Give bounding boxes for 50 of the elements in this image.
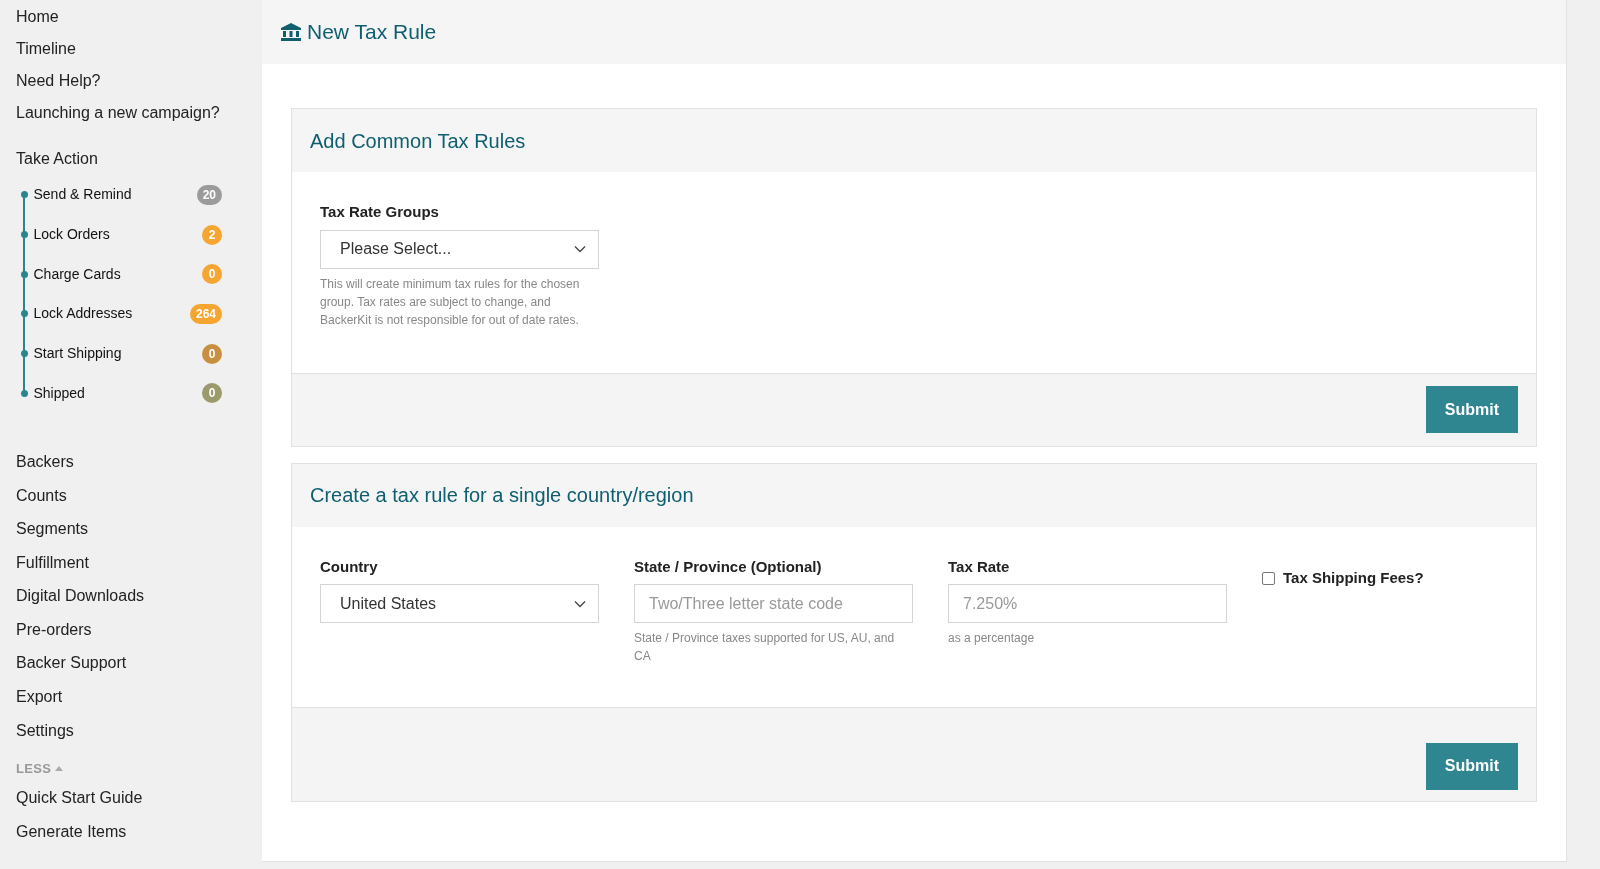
select-dropdown[interactable]: Please Select... — [320, 229, 599, 269]
nav-link[interactable]: Export — [16, 680, 262, 714]
help-text: as a percentage — [948, 630, 1036, 647]
submit-button[interactable]: Submit — [1425, 386, 1518, 433]
field-label: Tax Rate — [948, 556, 1011, 577]
count-badge: 0 — [202, 264, 222, 285]
state-input[interactable]: Two/Three letter state code — [634, 584, 913, 623]
section-heading: Take Action — [16, 149, 99, 167]
nav-link[interactable]: Pre-orders — [16, 613, 262, 647]
count-badge: 0 — [202, 343, 222, 364]
nav-link[interactable]: Timeline — [16, 33, 262, 65]
nav-link[interactable]: Counts — [16, 478, 262, 513]
step-link[interactable]: Charge Cards — [33, 263, 202, 285]
count-badge: 0 — [202, 383, 222, 404]
step-link[interactable]: Shipped — [33, 382, 202, 404]
field-label: Country — [320, 556, 379, 577]
card-title: Add Common Tax Rules — [310, 128, 526, 154]
step-link[interactable]: Lock Addresses — [33, 303, 190, 325]
help-text: State / Province taxes supported for US, AU, and CA — [634, 630, 896, 665]
select-dropdown[interactable]: United States — [320, 584, 599, 623]
nav-link[interactable]: Need Help? — [16, 65, 262, 97]
page-title: New Tax Rule — [307, 19, 437, 46]
count-badge: 2 — [202, 224, 222, 245]
tax-rate-input[interactable]: 7.250% — [948, 584, 1227, 623]
card-title: Create a tax rule for a single country/region — [310, 483, 694, 508]
nav-link[interactable]: Settings — [16, 713, 262, 748]
nav-link[interactable]: Launching a new campaign? — [16, 97, 262, 129]
count-badge: 20 — [196, 184, 222, 205]
chevron-down-icon — [574, 599, 586, 608]
checkbox-label: Tax Shipping Fees? — [1283, 568, 1424, 589]
nav-link[interactable]: Quick Start Guide — [16, 781, 262, 816]
nav-link[interactable]: Fulfillment — [16, 545, 262, 580]
count-badge: 264 — [189, 303, 222, 324]
bank-icon — [281, 23, 301, 41]
nav-link[interactable]: Digital Downloads — [16, 579, 262, 614]
chevron-down-icon — [574, 245, 586, 253]
nav-link[interactable]: Segments — [16, 512, 262, 546]
field-label: Tax Rate Groups — [320, 202, 440, 222]
submit-button[interactable]: Submit — [1425, 742, 1518, 790]
nav-link[interactable]: Backer Support — [16, 646, 262, 681]
nav-link[interactable]: Home — [16, 1, 262, 33]
nav-link[interactable]: Generate Items — [16, 815, 262, 849]
caret-up-icon — [55, 765, 64, 771]
step-link[interactable]: Lock Orders — [33, 224, 202, 246]
step-link[interactable]: Start Shipping — [33, 343, 202, 365]
nav-link[interactable]: Backers — [16, 445, 262, 479]
step-link[interactable]: Send & Remind — [33, 184, 197, 206]
field-label: State / Province (Optional) — [634, 556, 823, 577]
checkbox[interactable] — [1262, 572, 1275, 585]
help-text: This will create minimum tax rules for the chosen group. Tax rates are subject to change, and BackerKit is not responsible for out of date rates. — [320, 275, 581, 329]
